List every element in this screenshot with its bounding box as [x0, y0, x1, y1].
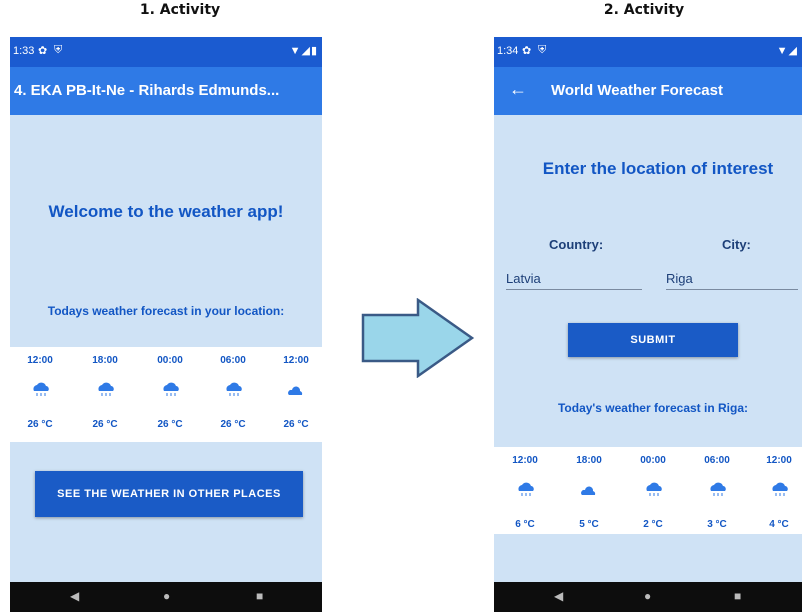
rain-cloud-icon: [772, 482, 788, 496]
app-bar-title: World Weather Forecast: [551, 82, 723, 99]
forecast-temp: 2 °C: [643, 519, 663, 530]
forecast-temp: 6 °C: [515, 519, 535, 530]
location-heading: Enter the location of interest: [542, 159, 774, 178]
forecast-panel: 12:00 26 °C 18:00 26 °C 00:00 26 °C 06:0…: [10, 347, 322, 442]
rain-cloud-icon: [226, 382, 242, 396]
status-time: 1:33: [13, 45, 35, 57]
navigation-bar: ◀ ● ■: [494, 582, 802, 612]
forecast-panel: 12:00 6 °C 18:00 5 °C 00:00 2 °C 06:00 3…: [494, 447, 802, 534]
app-bar: ← World Weather Forecast: [494, 67, 802, 115]
rain-cloud-icon: [98, 382, 114, 396]
forecast-time: 18:00: [92, 355, 118, 366]
rain-cloud-icon: [518, 482, 534, 496]
city-label: City:: [722, 237, 751, 252]
home-nav-icon[interactable]: ●: [644, 589, 651, 603]
forecast-time: 12:00: [766, 455, 792, 466]
forecast-temp: 26 °C: [157, 419, 183, 430]
app-bar: 4. EKA PB-It-Ne - Rihards Edmunds...: [10, 67, 322, 115]
status-bar: 1:34 ✿ ⛨ ▼◢: [494, 37, 802, 67]
wifi-signal-icon: ▼◢: [776, 45, 798, 57]
country-field[interactable]: Latvia: [506, 271, 642, 290]
country-label: Country:: [549, 237, 604, 252]
phone-screen-activity-1: 1:33 ✿ ⛨ ▼◢▮ 4. EKA PB-It-Ne - Rihards E…: [10, 37, 322, 612]
forecast-temp: 26 °C: [27, 419, 53, 430]
wifi-signal-battery-icon: ▼◢▮: [289, 45, 318, 57]
back-arrow-icon[interactable]: ←: [509, 79, 527, 100]
shield-status-icon: ⛨: [54, 44, 63, 56]
moon-cloud-icon: [581, 483, 598, 495]
status-bar: 1:33 ✿ ⛨ ▼◢▮: [10, 37, 322, 67]
rain-cloud-icon: [33, 382, 49, 396]
city-field[interactable]: Riga: [666, 271, 798, 290]
forecast-subtitle: Today's weather forecast in Riga:: [557, 401, 748, 415]
welcome-heading: Welcome to the weather app!: [48, 202, 284, 221]
shield-status-icon: ⛨: [538, 44, 547, 56]
forecast-temp: 4 °C: [769, 519, 789, 530]
transition-arrow-icon: [361, 298, 475, 378]
forecast-temp: 26 °C: [283, 419, 309, 430]
phone-screen-activity-2: 1:34 ✿ ⛨ ▼◢ ← World Weather Forecast Ent…: [494, 37, 802, 612]
moon-cloud-icon: [288, 383, 305, 395]
rain-cloud-icon: [163, 382, 179, 396]
app-bar-title: 4. EKA PB-It-Ne - Rihards Edmunds...: [14, 82, 280, 99]
submit-button[interactable]: SUBMIT: [568, 323, 738, 357]
see-weather-other-places-button[interactable]: SEE THE WEATHER IN OTHER PLACES: [35, 471, 303, 517]
forecast-subtitle: Todays weather forecast in your location…: [47, 304, 285, 318]
forecast-temp: 26 °C: [220, 419, 246, 430]
forecast-temp: 26 °C: [92, 419, 118, 430]
recents-nav-icon[interactable]: ■: [734, 589, 741, 603]
home-nav-icon[interactable]: ●: [163, 589, 170, 603]
rain-cloud-icon: [646, 482, 662, 496]
back-nav-icon[interactable]: ◀: [70, 589, 79, 603]
forecast-time: 00:00: [640, 455, 666, 466]
forecast-time: 12:00: [283, 355, 309, 366]
rain-cloud-icon: [710, 482, 726, 496]
forecast-time: 06:00: [704, 455, 730, 466]
caption-activity-2: 2. Activity: [603, 2, 685, 18]
settings-status-icon: ✿: [38, 45, 48, 57]
forecast-time: 06:00: [220, 355, 246, 366]
recents-nav-icon[interactable]: ■: [256, 589, 263, 603]
navigation-bar: ◀ ● ■: [10, 582, 322, 612]
forecast-time: 18:00: [576, 455, 602, 466]
forecast-time: 12:00: [512, 455, 538, 466]
forecast-temp: 5 °C: [579, 519, 599, 530]
back-nav-icon[interactable]: ◀: [554, 589, 563, 603]
forecast-time: 00:00: [157, 355, 183, 366]
status-time: 1:34: [497, 45, 519, 57]
settings-status-icon: ✿: [522, 45, 532, 57]
caption-activity-1: 1. Activity: [139, 2, 221, 18]
forecast-temp: 3 °C: [707, 519, 727, 530]
forecast-time: 12:00: [27, 355, 53, 366]
